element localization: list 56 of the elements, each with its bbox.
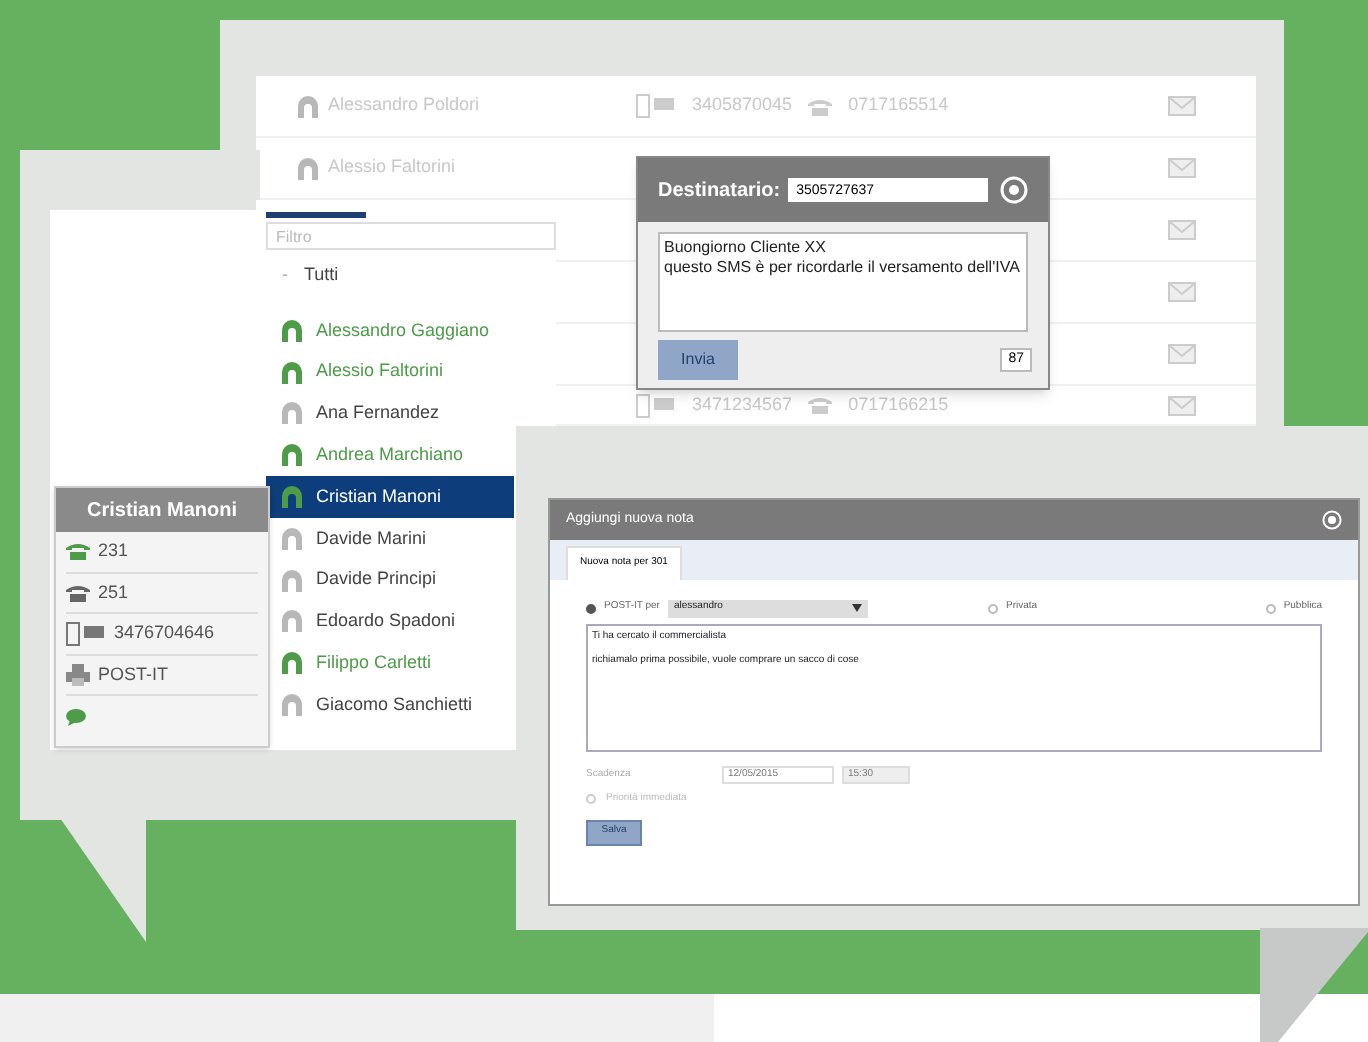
phone-icon (66, 583, 90, 602)
card-entry[interactable]: 3476704646 (114, 620, 215, 647)
printer-icon (66, 663, 90, 686)
chat-icon[interactable] (66, 707, 90, 726)
radio-button[interactable] (1265, 603, 1276, 613)
filter-field[interactable]: Filtro (266, 222, 556, 250)
mobile-sms-icon (66, 621, 106, 646)
send-button[interactable]: Invia (658, 340, 738, 380)
person-icon (296, 95, 320, 117)
person-icon (280, 319, 304, 342)
contact-item[interactable]: Filippo Carletti (266, 642, 514, 685)
contact-item[interactable]: Davide Marini (266, 517, 514, 560)
speech-tail (1260, 928, 1368, 1042)
person-icon (280, 694, 304, 717)
close-icon[interactable] (1322, 510, 1342, 530)
phone-icon (66, 542, 90, 561)
person-icon (280, 486, 304, 509)
envelope-icon[interactable] (1168, 344, 1196, 364)
contact-item[interactable]: Edoardo Spadoni (266, 601, 514, 643)
contact-item[interactable]: Davide Principi (266, 559, 514, 602)
close-icon[interactable] (1000, 176, 1028, 204)
mobile-sms-icon (636, 393, 676, 417)
card-entry[interactable]: POST-IT (98, 661, 169, 688)
recipient-label: Destinatario: (658, 177, 781, 205)
person-icon (280, 569, 304, 592)
tab-indicator (266, 212, 366, 218)
checkbox[interactable] (586, 794, 596, 805)
person-icon (280, 402, 304, 425)
contact-item[interactable]: Cristian Manoni (266, 476, 514, 518)
contact-item[interactable]: Giacomo Sanchietti (266, 684, 514, 726)
person-icon (280, 444, 304, 467)
envelope-icon[interactable] (1168, 395, 1196, 415)
card-title: Cristian Manoni (56, 488, 268, 532)
radio-button[interactable] (586, 603, 596, 613)
person-icon (280, 610, 304, 633)
contact-item[interactable]: Alessandro Gaggiano (266, 310, 514, 352)
caret-icon (851, 604, 862, 612)
contact-item[interactable]: Alessio Faltorini (266, 351, 514, 394)
person-icon (296, 157, 320, 179)
mobile-sms-icon (636, 94, 676, 118)
message-field[interactable]: Buongiorno Cliente XX questo SMS è per ricordarle il versamento dell'IVA (658, 232, 1028, 332)
card-entry[interactable]: 251 (98, 579, 129, 606)
person-icon (280, 527, 304, 550)
envelope-icon[interactable] (1168, 220, 1196, 240)
envelope-icon[interactable] (1168, 282, 1196, 302)
person-icon (280, 361, 304, 384)
phone-icon (808, 396, 833, 414)
envelope-icon[interactable] (1168, 96, 1196, 116)
group-label[interactable]: Tutti (304, 262, 339, 290)
contact-item[interactable]: Andrea Marchiano (266, 434, 514, 477)
envelope-icon[interactable] (1168, 158, 1196, 178)
person-icon (280, 652, 304, 675)
phone-icon (808, 97, 833, 115)
radio-button[interactable] (987, 603, 998, 613)
contact-item[interactable]: Ana Fernandez (266, 393, 514, 435)
card-entry[interactable]: 231 (98, 538, 129, 565)
